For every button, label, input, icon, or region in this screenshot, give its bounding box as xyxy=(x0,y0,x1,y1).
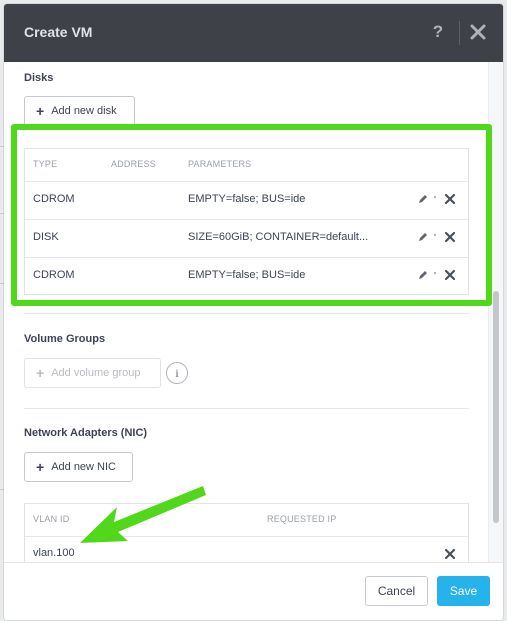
row-divider xyxy=(25,219,468,220)
action-separator-dot xyxy=(434,196,436,198)
disk-row-type: DISK xyxy=(33,231,59,243)
column-header-type: TYPE xyxy=(33,159,58,169)
add-volume-group-button[interactable]: + Add volume group xyxy=(24,358,161,388)
add-new-disk-button[interactable]: + Add new disk xyxy=(24,96,135,126)
action-separator-dot xyxy=(434,234,436,236)
scrollbar-thumb[interactable] xyxy=(493,291,499,523)
disks-table: TYPE ADDRESS PARAMETERS CDROM EMPTY=fals… xyxy=(24,148,469,295)
header-divider xyxy=(459,21,460,45)
section-divider xyxy=(24,313,469,314)
add-volume-group-label: Add volume group xyxy=(51,367,141,379)
plus-icon: + xyxy=(36,459,45,475)
add-new-nic-label: Add new NIC xyxy=(51,461,116,473)
plus-icon: + xyxy=(36,103,45,119)
dialog-footer: Cancel Save xyxy=(4,562,503,620)
row-divider xyxy=(25,181,468,182)
cancel-button[interactable]: Cancel xyxy=(365,576,428,606)
nic-section-label: Network Adapters (NIC) xyxy=(24,427,148,439)
add-new-disk-label: Add new disk xyxy=(51,105,117,117)
volume-groups-section-label: Volume Groups xyxy=(24,333,106,345)
disk-row-parameters: SIZE=60GiB; CONTAINER=default... xyxy=(188,231,369,243)
action-separator-dot xyxy=(434,272,436,274)
dialog-header: Create VM ? xyxy=(4,4,503,62)
delete-x-icon[interactable] xyxy=(444,230,456,248)
delete-x-icon[interactable] xyxy=(444,268,456,286)
column-header-address: ADDRESS xyxy=(111,159,156,169)
add-new-nic-button[interactable]: + Add new NIC xyxy=(24,452,133,482)
column-header-vlan-id: VLAN ID xyxy=(33,514,70,524)
disk-row-type: CDROM xyxy=(33,193,75,205)
save-button[interactable]: Save xyxy=(437,576,490,606)
nic-row-vlan-id: vlan.100 xyxy=(33,547,75,559)
disks-section-label: Disks xyxy=(24,72,54,84)
column-header-requested-ip: REQUESTED IP xyxy=(267,514,337,524)
edit-pencil-icon[interactable] xyxy=(417,268,429,286)
create-vm-dialog: Create VM ? Disks + Add new disk TYPE AD… xyxy=(4,4,503,620)
nics-table: VLAN ID REQUESTED IP vlan.100 xyxy=(24,503,469,562)
disk-row-parameters: EMPTY=false; BUS=ide xyxy=(188,269,306,281)
edit-pencil-icon[interactable] xyxy=(417,230,429,248)
row-divider xyxy=(25,257,468,258)
edit-pencil-icon[interactable] xyxy=(417,192,429,210)
dialog-content[interactable]: Disks + Add new disk TYPE ADDRESS PARAME… xyxy=(4,62,503,562)
section-divider xyxy=(24,408,469,409)
column-header-parameters: PARAMETERS xyxy=(188,159,252,169)
delete-x-icon[interactable] xyxy=(444,192,456,210)
disk-row-parameters: EMPTY=false; BUS=ide xyxy=(188,193,306,205)
row-divider xyxy=(25,536,468,537)
dialog-title: Create VM xyxy=(24,24,93,40)
close-icon[interactable] xyxy=(468,22,488,42)
info-icon[interactable]: i xyxy=(166,362,188,384)
plus-icon: + xyxy=(36,365,45,381)
help-icon[interactable]: ? xyxy=(428,21,448,43)
disk-row-type: CDROM xyxy=(33,269,75,281)
delete-x-icon[interactable] xyxy=(444,547,456,562)
